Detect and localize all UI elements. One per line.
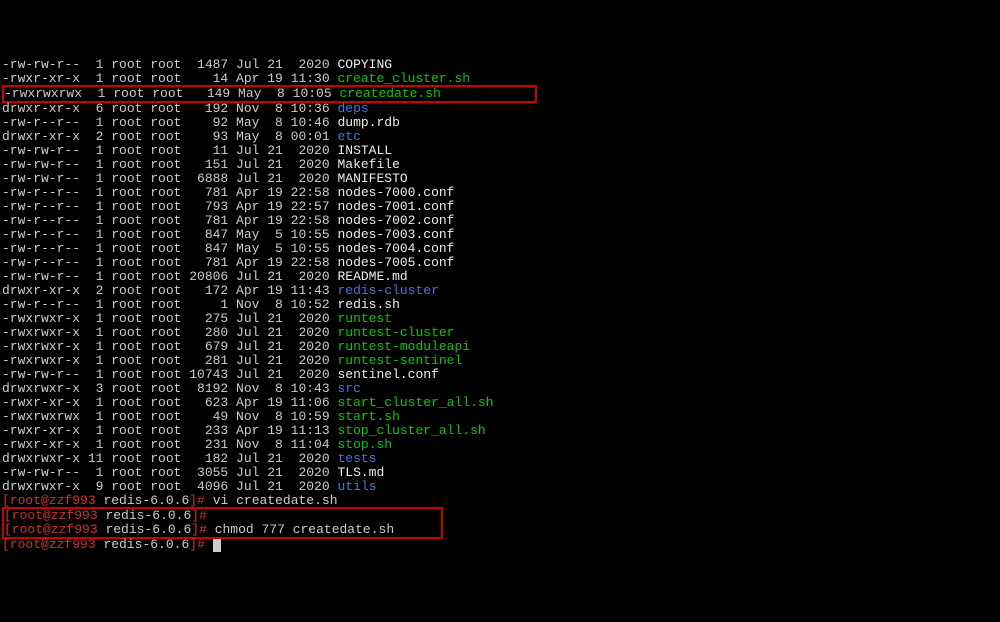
ls-line: -rw-r--r-- 1 root root 92 May 8 10:46 du… (2, 116, 998, 130)
ls-line: -rw-rw-r-- 1 root root 20806 Jul 21 2020… (2, 270, 998, 284)
ls-line: drwxrwxr-x 3 root root 8192 Nov 8 10:43 … (2, 382, 998, 396)
terminal-output[interactable]: -rw-rw-r-- 1 root root 1487 Jul 21 2020 … (2, 58, 998, 552)
ls-line: -rw-r--r-- 1 root root 847 May 5 10:55 n… (2, 228, 998, 242)
ls-line: -rw-r--r-- 1 root root 793 Apr 19 22:57 … (2, 200, 998, 214)
prompt-line: [root@zzf993 redis-6.0.6]# chmod 777 cre… (4, 523, 441, 537)
ls-line: -rw-rw-r-- 1 root root 3055 Jul 21 2020 … (2, 466, 998, 480)
ls-line: drwxr-xr-x 6 root root 192 Nov 8 10:36 d… (2, 102, 998, 116)
ls-line: -rwxrwxr-x 1 root root 679 Jul 21 2020 r… (2, 340, 998, 354)
highlight-box-2: [root@zzf993 redis-6.0.6]# [root@zzf993 … (2, 507, 443, 539)
ls-line: -rw-r--r-- 1 root root 781 Apr 19 22:58 … (2, 186, 998, 200)
ls-line: -rwxrwxr-x 1 root root 281 Jul 21 2020 r… (2, 354, 998, 368)
cursor (213, 539, 221, 552)
ls-line: -rwxrwxr-x 1 root root 280 Jul 21 2020 r… (2, 326, 998, 340)
ls-line: -rw-rw-r-- 1 root root 10743 Jul 21 2020… (2, 368, 998, 382)
ls-line: drwxr-xr-x 2 root root 93 May 8 00:01 et… (2, 130, 998, 144)
ls-line: -rw-r--r-- 1 root root 781 Apr 19 22:58 … (2, 214, 998, 228)
prompt-line: [root@zzf993 redis-6.0.6]# (4, 509, 441, 523)
ls-line: -rwxrwxrwx 1 root root 49 Nov 8 10:59 st… (2, 410, 998, 424)
ls-line: -rw-r--r-- 1 root root 781 Apr 19 22:58 … (2, 256, 998, 270)
ls-line: -rw-rw-r-- 1 root root 11 Jul 21 2020 IN… (2, 144, 998, 158)
ls-line: -rw-r--r-- 1 root root 847 May 5 10:55 n… (2, 242, 998, 256)
ls-line: -rwxr-xr-x 1 root root 623 Apr 19 11:06 … (2, 396, 998, 410)
ls-line: -rw-r--r-- 1 root root 1 Nov 8 10:52 red… (2, 298, 998, 312)
ls-line: -rwxrwxrwx 1 root root 149 May 8 10:05 c… (2, 86, 998, 102)
ls-line: -rw-rw-r-- 1 root root 1487 Jul 21 2020 … (2, 58, 998, 72)
ls-line: -rw-rw-r-- 1 root root 6888 Jul 21 2020 … (2, 172, 998, 186)
prompt-line: [root@zzf993 redis-6.0.6]# vi createdate… (2, 494, 998, 508)
ls-line: -rwxr-xr-x 1 root root 233 Apr 19 11:13 … (2, 424, 998, 438)
prompt-line: [root@zzf993 redis-6.0.6]# (2, 538, 998, 552)
ls-line: -rwxr-xr-x 1 root root 231 Nov 8 11:04 s… (2, 438, 998, 452)
ls-line: -rw-rw-r-- 1 root root 151 Jul 21 2020 M… (2, 158, 998, 172)
ls-line: drwxrwxr-x 11 root root 182 Jul 21 2020 … (2, 452, 998, 466)
ls-line: -rwxrwxr-x 1 root root 275 Jul 21 2020 r… (2, 312, 998, 326)
ls-line: -rwxr-xr-x 1 root root 14 Apr 19 11:30 c… (2, 72, 998, 86)
ls-line: drwxrwxr-x 9 root root 4096 Jul 21 2020 … (2, 480, 998, 494)
ls-line: drwxr-xr-x 2 root root 172 Apr 19 11:43 … (2, 284, 998, 298)
